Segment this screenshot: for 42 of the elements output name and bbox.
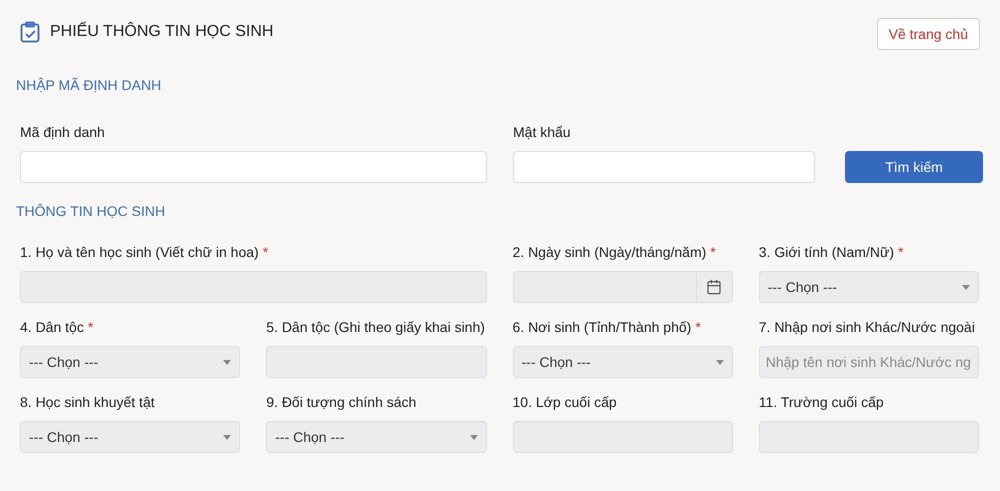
caret-icon [716,360,724,364]
home-button[interactable]: Về trang chủ [876,18,980,50]
date-field[interactable] [512,271,733,303]
field-label: 10. Lớp cuối cấp [512,393,617,412]
clipboard-check-icon [20,21,40,43]
input-field[interactable] [513,151,815,183]
required-mark: * [262,243,268,262]
page-title: PHIẾU THÔNG TIN HỌC SINH [50,20,274,42]
required-mark: * [898,243,904,262]
search-button[interactable]: Tìm kiếm [845,151,983,183]
select-field[interactable]: --- Chọn --- [20,421,240,453]
input-field[interactable] [512,421,733,453]
caret-icon [470,434,478,440]
field-label: Mã định danh [20,123,106,142]
field-label: 7. Nhập nơi sinh Khác/Nước ngoài [758,318,975,337]
select-field[interactable]: --- Chọn --- [512,346,733,378]
field-label: 1. Họ và tên học sinh (Viết chữ in hoa) [20,243,259,262]
input-field[interactable] [20,271,486,303]
field-label: Mật khẩu [513,123,572,142]
field-label: 3. Giới tính (Nam/Nữ) [758,243,894,262]
caret-icon [223,360,232,364]
field-label: 6. Nơi sinh (Tỉnh/Thành phố) [512,318,692,337]
caret-icon [223,434,232,440]
field-label: 8. Học sinh khuyết tật [20,393,155,412]
field-label: 5. Dân tộc (Ghi theo giấy khai sinh) [266,318,485,337]
section-heading: THÔNG TIN HỌC SINH [16,202,166,221]
required-mark: * [88,318,94,337]
field-label: 2. Ngày sinh (Ngày/tháng/năm) [512,243,706,262]
select-field[interactable]: --- Chọn --- [758,271,979,303]
select-field[interactable]: --- Chọn --- [266,421,486,453]
required-mark: * [695,318,701,337]
required-mark: * [710,243,716,262]
input-field[interactable] [20,151,487,183]
section-heading: NHẬP MÃ ĐỊNH DANH [16,76,162,95]
field-label: 11. Trường cuối cấp [758,393,884,412]
input-field[interactable]: Nhập tên nơi sinh Khác/Nước ng [758,346,979,378]
field-label: 4. Dân tộc [20,318,84,337]
input-field[interactable] [266,346,486,378]
field-label: 9. Đối tượng chính sách [266,393,416,412]
caret-icon [962,284,970,290]
select-field[interactable]: --- Chọn --- [20,346,240,378]
input-field[interactable] [758,421,979,453]
